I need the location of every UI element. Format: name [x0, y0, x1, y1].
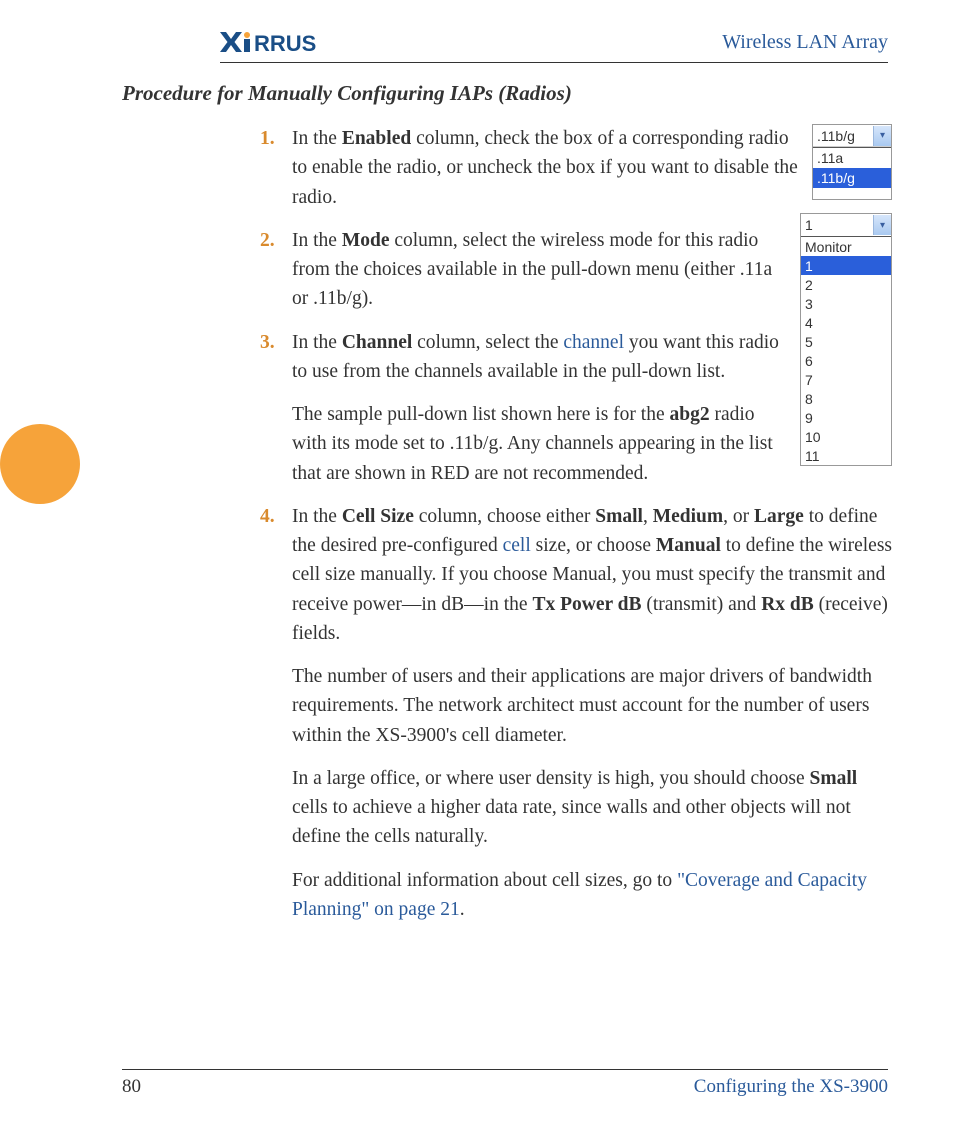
- footer-rule: [122, 1069, 888, 1070]
- glossary-link[interactable]: cell: [503, 535, 531, 556]
- text-bold: abg2: [669, 404, 709, 425]
- text: (transmit) and: [642, 594, 762, 615]
- section-title: Procedure for Manually Configuring IAPs …: [122, 81, 888, 106]
- text: column, choose either: [414, 506, 595, 527]
- text: .: [460, 899, 465, 920]
- step-2-p1: In the Mode column, select the wireless …: [292, 226, 892, 314]
- header-rule: [220, 62, 888, 63]
- text-bold: Large: [754, 506, 804, 527]
- footer-section-title: Configuring the XS-3900: [694, 1076, 888, 1098]
- footer-row: 80 Configuring the XS-3900: [122, 1076, 888, 1098]
- brand-logo: RRUS: [220, 28, 370, 56]
- text-bold: Rx dB: [761, 594, 814, 615]
- text-bold: Tx Power dB: [532, 594, 641, 615]
- svg-text:RRUS: RRUS: [254, 31, 316, 56]
- text-bold: Mode: [342, 230, 390, 251]
- text: In the: [292, 128, 342, 149]
- step-4-p4: For additional information about cell si…: [292, 866, 892, 925]
- step-4-p3: In a large office, or where user density…: [292, 764, 892, 852]
- step-3-p2: The sample pull-down list shown here is …: [292, 400, 892, 488]
- page-number: 80: [122, 1076, 141, 1098]
- step-3-p1: In the Channel column, select the channe…: [292, 328, 892, 387]
- header-right-text: Wireless LAN Array: [722, 31, 888, 54]
- side-marker-dot-icon: [0, 424, 80, 504]
- text-bold: Enabled: [342, 128, 411, 149]
- step-4-p1: In the Cell Size column, choose either S…: [292, 502, 892, 648]
- page-footer: 80 Configuring the XS-3900: [122, 1069, 888, 1098]
- text-bold: Channel: [342, 332, 412, 353]
- text: size, or choose: [531, 535, 656, 556]
- step-4-p2: The number of users and their applicatio…: [292, 662, 892, 750]
- step-1-p1: In the Enabled column, check the box of …: [292, 124, 892, 212]
- text-bold: Small: [595, 506, 643, 527]
- text: ,: [643, 506, 653, 527]
- procedure-steps: In the Enabled column, check the box of …: [260, 124, 892, 924]
- text: In the: [292, 230, 342, 251]
- step-1: In the Enabled column, check the box of …: [260, 124, 892, 212]
- step-4: In the Cell Size column, choose either S…: [260, 502, 892, 924]
- text-bold: Manual: [656, 535, 721, 556]
- body-content: .11b/g ▾ .11a .11b/g 1 ▾ Monitor 1 2 3 4…: [260, 124, 892, 924]
- text: The sample pull-down list shown here is …: [292, 404, 669, 425]
- step-3: In the Channel column, select the channe…: [260, 328, 892, 488]
- text-bold: Cell Size: [342, 506, 414, 527]
- text: cells to achieve a higher data rate, sin…: [292, 797, 851, 847]
- glossary-link[interactable]: channel: [563, 332, 624, 353]
- text: column, select the: [412, 332, 563, 353]
- text-bold: Small: [810, 768, 858, 789]
- document-page: RRUS Wireless LAN Array Procedure for Ma…: [0, 0, 958, 1138]
- page-header: RRUS Wireless LAN Array: [0, 25, 888, 59]
- text: In the: [292, 332, 342, 353]
- step-2: In the Mode column, select the wireless …: [260, 226, 892, 314]
- text: In a large office, or where user density…: [292, 768, 810, 789]
- text: In the: [292, 506, 342, 527]
- text: , or: [723, 506, 754, 527]
- text-bold: Medium: [653, 506, 723, 527]
- text: For additional information about cell si…: [292, 870, 677, 891]
